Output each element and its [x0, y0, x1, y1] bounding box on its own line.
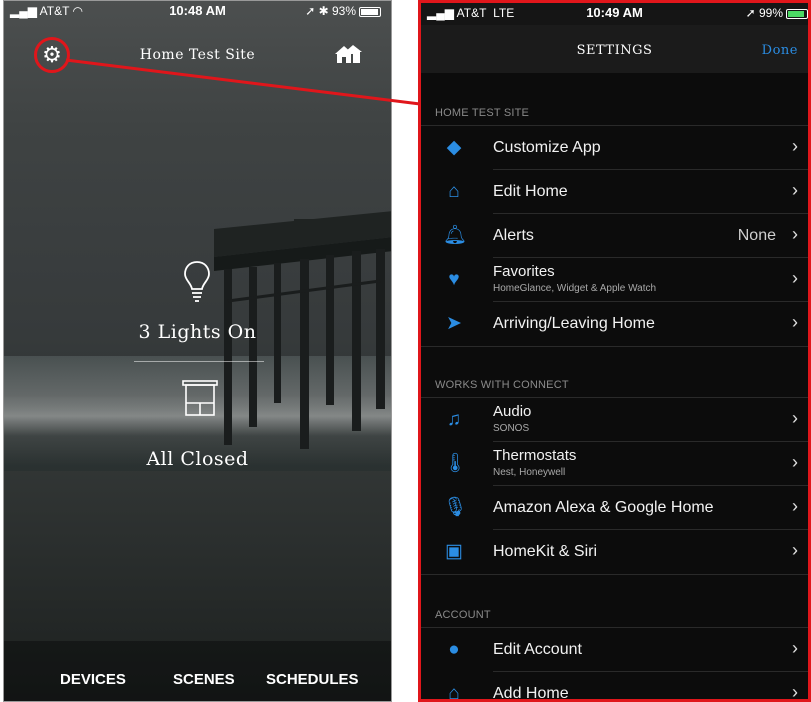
chevron-right-icon: › [792, 312, 798, 332]
bell-icon: 🔔︎ [443, 225, 468, 246]
shades-status[interactable]: All Closed [4, 448, 391, 470]
settings-list: HOME TEST SITE ◆ Customize App › ⌂ Edit … [421, 73, 808, 699]
home-screen: ▂▄▆ AT&T ◠ 10:48 AM ➚ ✱ 93% ⚙ Home Test … [3, 0, 392, 702]
pier-image [214, 211, 391, 449]
row-add-home[interactable]: ⌂ Add Home › [421, 672, 808, 702]
tab-schedules[interactable]: SCHEDULES [266, 671, 359, 688]
switch-home-button[interactable] [333, 43, 363, 71]
row-arriving-leaving[interactable]: ➤ Arriving/Leaving Home › [421, 302, 808, 346]
section-header: WORKS WITH CONNECT [435, 379, 569, 391]
cards-icon: ◆ [446, 137, 462, 158]
chevron-right-icon: › [792, 452, 798, 472]
alerts-value: None [737, 227, 776, 244]
window-shade-icon[interactable] [180, 379, 220, 419]
row-homekit-siri[interactable]: ▣ HomeKit & Siri › [421, 530, 808, 574]
tab-devices[interactable]: DEVICES [60, 671, 126, 688]
microphone-icon: 🎙︎ [443, 497, 468, 518]
location-arrow-icon: ➤ [446, 313, 462, 334]
thermometer-icon: 🌡︎ [443, 453, 468, 474]
row-alexa-google[interactable]: 🎙︎ Amazon Alexa & Google Home › [421, 486, 808, 530]
row-alerts[interactable]: 🔔︎ Alerts None › [421, 214, 808, 258]
chevron-right-icon: › [792, 136, 798, 156]
music-note-icon: ♫ [446, 409, 462, 430]
status-bar: ▂▄▆ AT&T LTE 10:49 AM ➚ 99% [421, 3, 808, 25]
chevron-right-icon: › [792, 638, 798, 658]
chevron-right-icon: › [792, 682, 798, 702]
battery-indicator: ➚ ✱ 93% [305, 4, 381, 18]
row-thermostats[interactable]: 🌡︎ Thermostats Nest, Honeywell › [421, 442, 808, 486]
person-icon: ● [448, 639, 460, 660]
homekit-icon: ▣ [445, 541, 463, 562]
chevron-right-icon: › [792, 268, 798, 288]
chevron-right-icon: › [792, 224, 798, 244]
row-edit-account[interactable]: ● Edit Account › [421, 628, 808, 672]
chevron-right-icon: › [792, 540, 798, 560]
row-audio[interactable]: ♫ Audio SONOS › [421, 398, 808, 442]
done-button[interactable]: Done [762, 43, 798, 58]
page-title: Settings [576, 43, 653, 58]
row-favorites[interactable]: ♥ Favorites HomeGlance, Widget & Apple W… [421, 258, 808, 302]
chevron-right-icon: › [792, 408, 798, 428]
divider [134, 361, 264, 362]
section-header: ACCOUNT [435, 609, 491, 621]
bottom-nav: DEVICES SCENES SCHEDULES [4, 671, 391, 693]
house-icon: ⌂ [448, 181, 460, 202]
chevron-right-icon: › [792, 496, 798, 516]
section-header: HOME TEST SITE [435, 107, 530, 119]
lightbulb-icon[interactable] [182, 259, 212, 303]
lights-status[interactable]: 3 Lights On [4, 321, 391, 343]
houses-icon [335, 45, 362, 63]
navigation-bar: Settings Done [421, 25, 808, 73]
status-bar: ▂▄▆ AT&T ◠ 10:48 AM ➚ ✱ 93% [4, 1, 391, 23]
tab-scenes[interactable]: SCENES [173, 671, 235, 688]
row-edit-home[interactable]: ⌂ Edit Home › [421, 170, 808, 214]
row-customize-app[interactable]: ◆ Customize App › [421, 126, 808, 170]
chevron-right-icon: › [792, 180, 798, 200]
settings-screen: ▂▄▆ AT&T LTE 10:49 AM ➚ 99% Settings Don… [418, 0, 811, 702]
heart-icon: ♥ [448, 269, 460, 290]
battery-indicator: ➚ 99% [746, 6, 808, 20]
add-home-icon: ⌂ [448, 683, 460, 702]
